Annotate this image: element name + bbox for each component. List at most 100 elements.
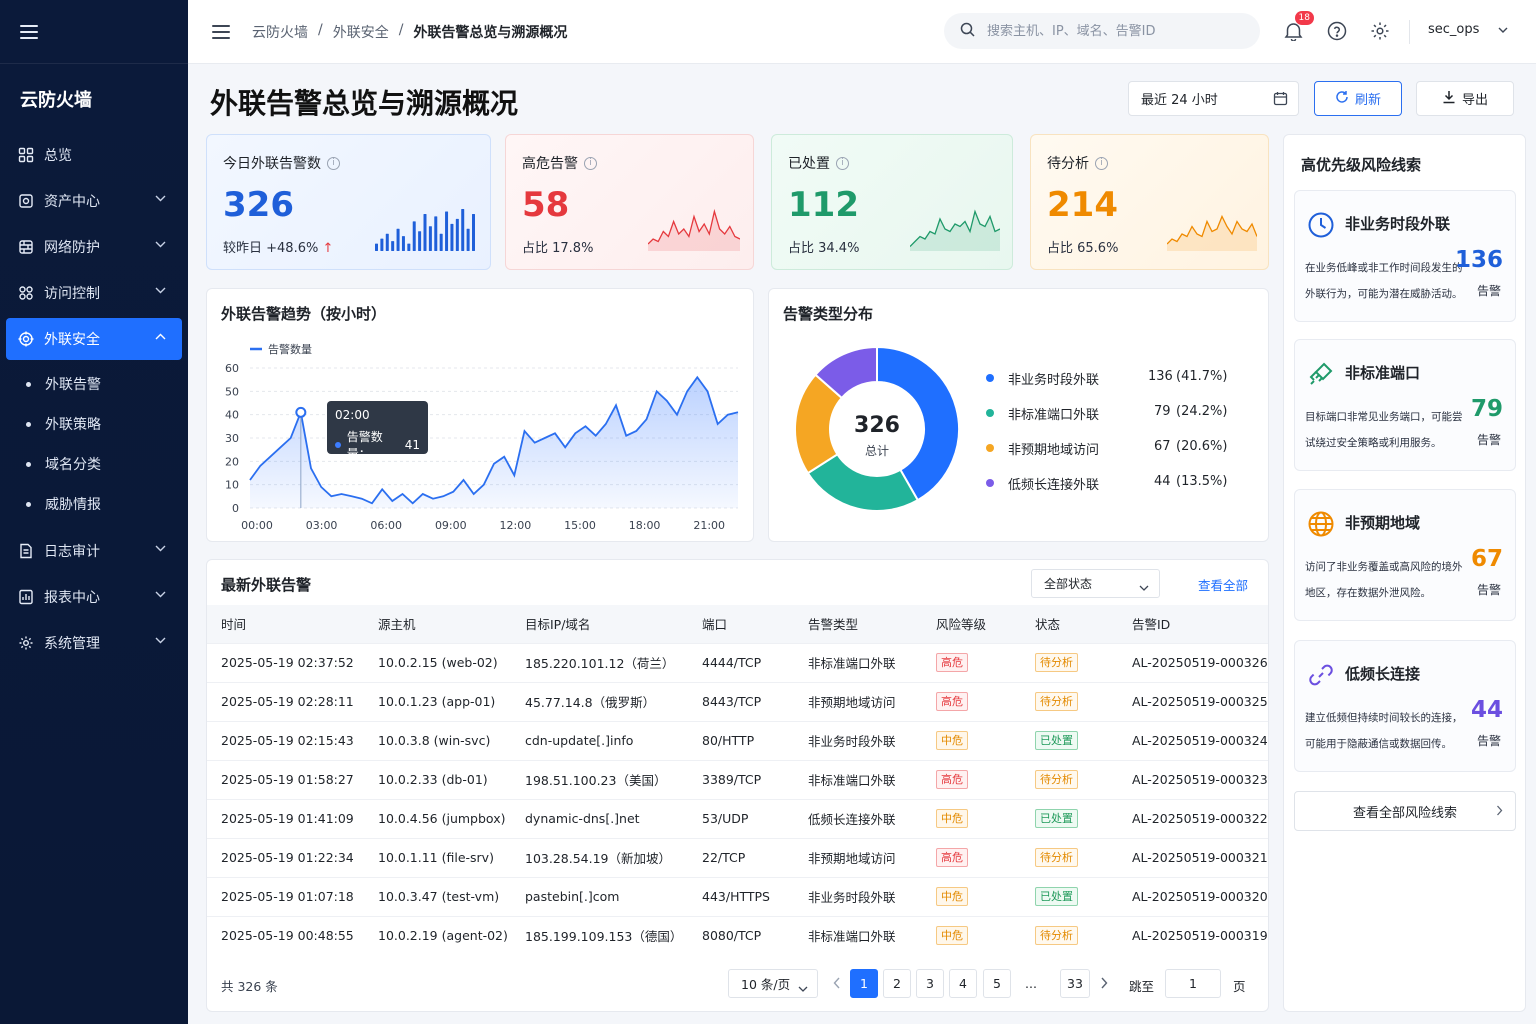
breadcrumb-current: 外联告警总览与溯源概况: [413, 24, 568, 41]
info-icon[interactable]: i: [584, 156, 597, 170]
sidebar-item-label: 报表中心: [44, 590, 100, 606]
page-button-5[interactable]: 5: [983, 969, 1011, 998]
clue-card-nonstandard-port[interactable]: 非标准端口 目标端口非常见业务端口，可能尝试绕过安全策略或利用服务。 79 告警: [1294, 339, 1516, 471]
column-header[interactable]: 端口: [688, 605, 794, 643]
table-row[interactable]: 2025-05-19 02:37:52 10.0.2.15 (web-02) 185…: [207, 642, 1268, 682]
bell-icon[interactable]: 18: [1282, 11, 1314, 42]
page-button-33[interactable]: 33: [1060, 969, 1090, 998]
sidebar-item-system[interactable]: 系统管理: [6, 622, 182, 664]
kpi-value: 214: [1047, 185, 1118, 225]
table-cell: 待分析: [1021, 681, 1118, 721]
legend-item[interactable]: 非业务时段外联 136 (41.7%): [986, 369, 1246, 388]
table-row[interactable]: 2025-05-19 02:15:43 10.0.3.8 (win-svc) cdn…: [207, 720, 1268, 760]
sparkline-bar: [434, 216, 438, 251]
clue-card-long-connection[interactable]: 低频长连接 建立低频但持续时间较长的连接，可能用于隐蔽通信或数据回传。 44 告…: [1294, 640, 1516, 772]
table-cell: 8080/TCP: [688, 915, 794, 955]
menu-toggle-icon[interactable]: [212, 24, 230, 39]
page-button-2[interactable]: 2: [883, 969, 911, 998]
view-all-link[interactable]: 查看全部: [1198, 575, 1248, 594]
y-tick-label: 40: [225, 409, 239, 422]
table-cell: 185.199.109.153（德国）: [511, 915, 688, 955]
sidebar-item-log-audit[interactable]: 日志审计: [6, 530, 182, 572]
sidebar-item-label: 资产中心: [44, 194, 100, 210]
table-row[interactable]: 2025-05-19 01:58:27 10.0.2.33 (db-01) 198.…: [207, 759, 1268, 799]
jump-input[interactable]: 1: [1165, 969, 1221, 998]
user-menu[interactable]: sec_ops: [1428, 22, 1508, 37]
clue-card-off-hours[interactable]: 非业务时段外联 在业务低峰或非工作时间段发生的外联行为，可能为潜在威胁活动。 1…: [1294, 190, 1516, 322]
sidebar-item-reports[interactable]: 报表中心: [6, 576, 182, 618]
info-icon[interactable]: i: [327, 156, 340, 170]
info-icon[interactable]: i: [836, 156, 849, 170]
time-range-select[interactable]: 最近 24 小时: [1128, 81, 1299, 116]
legend-item[interactable]: 低频长连接外联 44 (13.5%): [986, 474, 1246, 493]
alerts-table: 时间 源主机 目标IP/域名 端口 告警类型 风险等级 状态 告警ID 2025…: [207, 605, 1268, 955]
info-icon[interactable]: i: [1095, 156, 1108, 170]
clue-card-unexpected-region[interactable]: 非预期地域 访问了非业务覆盖或高风险的境外地区，存在数据外泄风险。 67 告警: [1294, 489, 1516, 621]
link-icon: [1307, 661, 1335, 689]
sidebar-brand: 云防火墙: [20, 90, 92, 111]
page-button-1[interactable]: 1: [850, 969, 878, 998]
table-cell: pastebin[.]com: [511, 876, 688, 916]
table-cell: 45.77.14.8（俄罗斯）: [511, 681, 688, 721]
table-cell: 2025-05-19 02:37:52: [207, 642, 364, 682]
export-button[interactable]: 导出: [1416, 81, 1514, 116]
sidebar-subitem-threat-intel[interactable]: 威胁情报: [0, 484, 188, 524]
table-row[interactable]: 2025-05-19 01:41:09 10.0.4.56 (jumpbox) dy…: [207, 798, 1268, 838]
search-box[interactable]: [944, 13, 1260, 49]
table-row[interactable]: 2025-05-19 01:07:18 10.0.3.47 (test-vm) pa…: [207, 876, 1268, 916]
page-button-3[interactable]: 3: [916, 969, 944, 998]
table-row[interactable]: 2025-05-19 01:22:34 10.0.1.11 (file-srv) 1…: [207, 837, 1268, 877]
menu-icon[interactable]: [20, 24, 38, 39]
table-cell: 2025-05-19 02:28:11: [207, 681, 364, 721]
clue-unit: 告警: [1476, 734, 1501, 748]
clue-description: 目标端口非常见业务端口，可能尝试绕过安全策略或利用服务。: [1305, 411, 1463, 449]
search-icon: [960, 22, 975, 41]
kpi-card-handled: 已处置 i 112 占比 34.4%: [771, 134, 1013, 270]
status-tag: 已处置: [1035, 731, 1078, 750]
sidebar-subitem-outbound-alerts[interactable]: 外联告警: [0, 364, 188, 404]
table-row[interactable]: 2025-05-19 00:48:55 10.0.2.19 (agent-02) 1…: [207, 915, 1268, 955]
sidebar-subitem-domain-category[interactable]: 域名分类: [0, 444, 188, 484]
target-icon: [18, 331, 34, 347]
column-header[interactable]: 告警类型: [794, 605, 922, 643]
sidebar-item-outbound-security[interactable]: 外联安全: [6, 318, 182, 360]
page-button-4[interactable]: 4: [949, 969, 977, 998]
breadcrumb-item[interactable]: 云防火墙: [252, 22, 308, 42]
kpi-sparkline: [1167, 214, 1257, 251]
type-distribution-card: 告警类型分布 326 总计 非业务时段外联 136 (41.7%) 非标准端口外…: [768, 288, 1269, 542]
column-header[interactable]: 告警ID: [1118, 605, 1268, 643]
sidebar-item-network-protection[interactable]: 网络防护: [6, 226, 182, 268]
prev-page-icon[interactable]: [833, 977, 841, 993]
settings-icon[interactable]: [1369, 20, 1391, 42]
column-header[interactable]: 源主机: [364, 605, 511, 643]
sidebar-item-access-control[interactable]: 访问控制: [6, 272, 182, 314]
table-cell: 8443/TCP: [688, 681, 794, 721]
sidebar-item-overview[interactable]: 总览: [6, 134, 182, 176]
page-size-select[interactable]: 10 条/页: [728, 969, 818, 998]
legend-item[interactable]: 非标准端口外联 79 (24.2%): [986, 404, 1246, 423]
legend-dot-icon: [986, 409, 994, 417]
sidebar-item-assets[interactable]: 资产中心: [6, 180, 182, 222]
search-input[interactable]: [987, 23, 1237, 39]
risk-level-tag: 中危: [936, 731, 968, 750]
kpi-card-pending: 待分析 i 214 占比 65.6%: [1030, 134, 1269, 270]
sidebar-subitem-outbound-policy[interactable]: 外联策略: [0, 404, 188, 444]
clue-title: 低频长连接: [1345, 665, 1421, 683]
sidebar-subitem-label: 外联告警: [45, 377, 101, 393]
table-cell: 10.0.1.11 (file-srv): [364, 837, 511, 877]
status-filter-select[interactable]: 全部状态: [1031, 569, 1160, 598]
help-icon[interactable]: [1326, 20, 1348, 42]
view-all-clues-button[interactable]: 查看全部风险线索: [1294, 791, 1516, 831]
column-header[interactable]: 风险等级: [922, 605, 1021, 643]
table-cell: 443/HTTPS: [688, 876, 794, 916]
refresh-button[interactable]: 刷新: [1314, 81, 1402, 116]
next-page-icon[interactable]: [1100, 977, 1108, 993]
sidebar: 云防火墙 总览 资产中心 网络防护 访问控制 外联安全 外联告警 外联策略 域名…: [0, 0, 188, 1024]
sparkline-bar: [375, 243, 378, 251]
column-header[interactable]: 目标IP/域名: [511, 605, 688, 643]
column-header[interactable]: 状态: [1021, 605, 1118, 643]
table-row[interactable]: 2025-05-19 02:28:11 10.0.1.23 (app-01) 45.…: [207, 681, 1268, 721]
legend-item[interactable]: 非预期地域访问 67 (20.6%): [986, 439, 1246, 458]
column-header[interactable]: 时间: [207, 605, 364, 643]
breadcrumb-item[interactable]: 外联安全: [333, 22, 389, 42]
